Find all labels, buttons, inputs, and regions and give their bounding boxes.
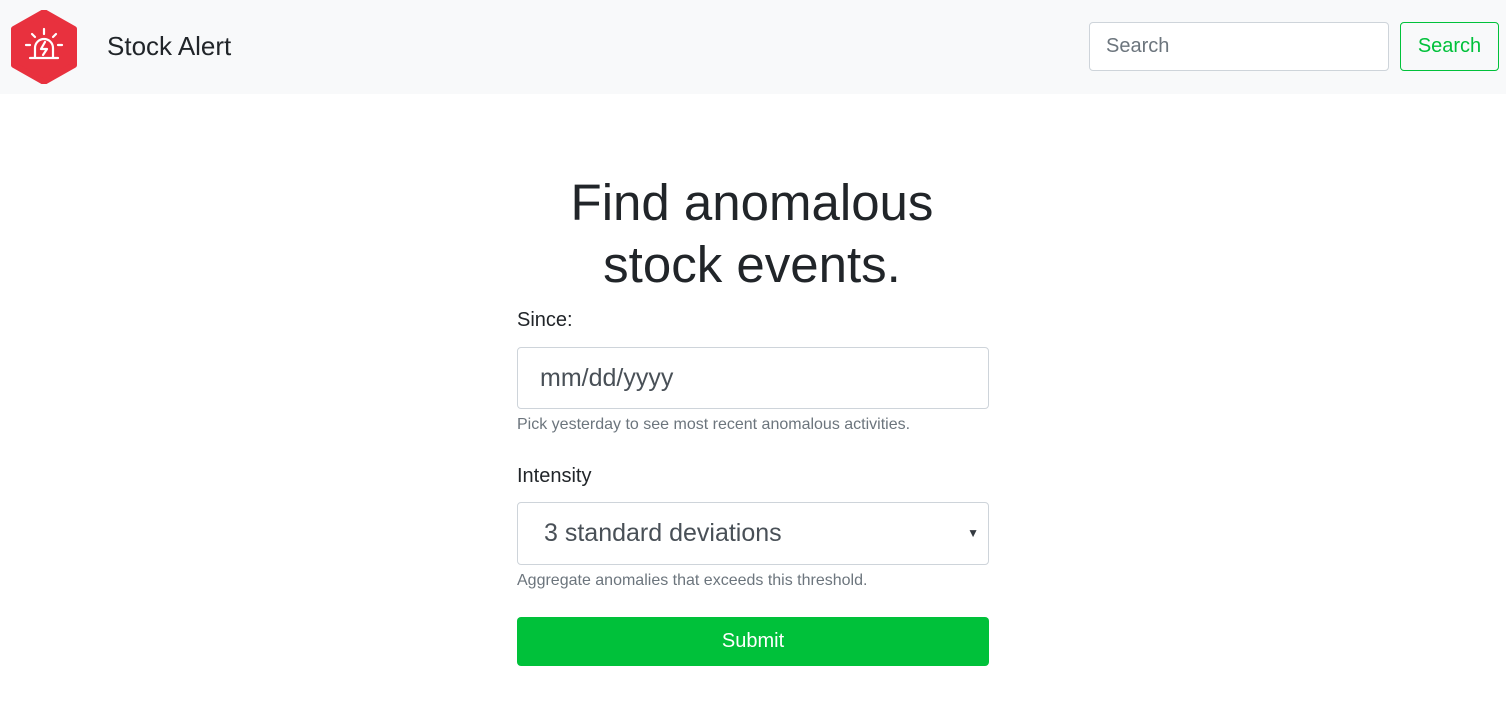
search-button[interactable]: Search [1400,22,1499,71]
since-label: Since: [517,309,573,331]
intensity-selected-value: 3 standard deviations [544,519,782,547]
caret-down-icon: ▼ [967,526,979,540]
submit-button[interactable]: Submit [517,617,989,666]
since-date-input[interactable] [517,347,989,409]
anomaly-form: Find anomalous stock events. Since: Pick… [517,160,989,666]
alarm-siren-icon[interactable] [10,10,78,84]
intensity-label: Intensity [517,465,592,487]
intensity-select[interactable]: 3 standard deviations ▼ [517,502,989,565]
intensity-help-text: Aggregate anomalies that exceeds this th… [517,572,868,589]
search-input[interactable] [1089,22,1389,71]
since-help-text: Pick yesterday to see most recent anomal… [517,416,911,433]
page-title: Find anomalous stock events. [570,174,934,293]
navbar: Stock Alert Search [0,0,1506,94]
brand-name[interactable]: Stock Alert [107,30,231,62]
